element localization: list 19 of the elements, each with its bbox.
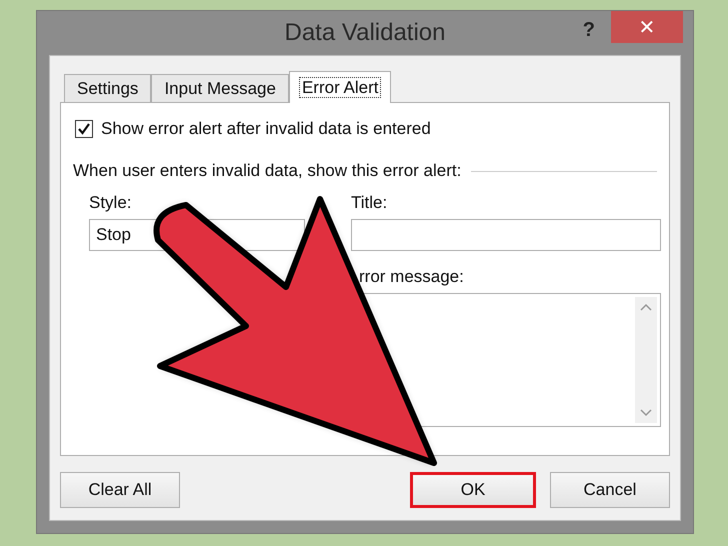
title-label: Title: <box>351 193 388 213</box>
ok-button[interactable]: OK <box>410 472 536 508</box>
scroll-up-icon[interactable] <box>640 303 652 311</box>
error-message-label: rror message: <box>358 267 465 287</box>
window-title: Data Validation <box>284 19 446 47</box>
group-label: When user enters invalid data, show this error alert: <box>73 161 462 181</box>
help-button[interactable]: ? <box>582 19 595 42</box>
checkbox-label: Show error alert after invalid data is entered <box>101 119 431 139</box>
scrollbar[interactable] <box>635 297 657 423</box>
checkbox[interactable] <box>75 120 93 138</box>
cancel-button[interactable]: Cancel <box>550 472 670 508</box>
clear-all-button[interactable]: Clear All <box>60 472 180 508</box>
tab[interactable]: Input Message <box>151 74 289 102</box>
style-label: Style: <box>89 193 133 213</box>
scroll-down-icon[interactable] <box>640 409 652 417</box>
tab[interactable]: Error Alert <box>288 71 392 103</box>
tab[interactable]: Settings <box>64 74 152 102</box>
close-button[interactable]: ✕ <box>611 11 683 43</box>
title-field[interactable] <box>351 219 661 251</box>
